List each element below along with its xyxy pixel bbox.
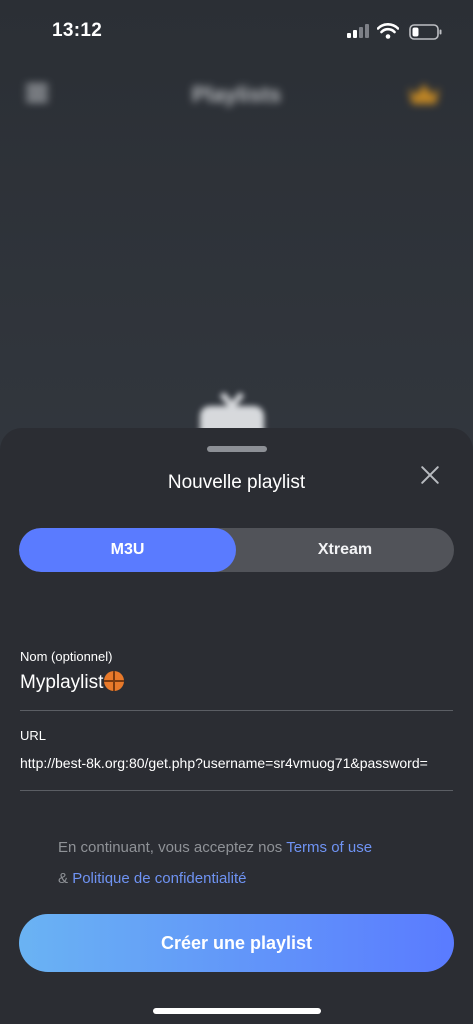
name-field-value: Myplaylist [20,672,104,693]
basketball-emoji [104,671,125,691]
legal-line-2: & Politique de confidentialité [58,870,453,887]
name-field-label: Nom (optionnel) [20,649,113,664]
status-bar: 13:12 [0,0,473,60]
status-time: 13:12 [52,20,103,41]
new-playlist-sheet: Nouvelle playlist M3U Xtream Nom (option… [0,428,473,1024]
url-field-label: URL [20,728,47,743]
close-icon[interactable] [419,464,441,486]
wifi-icon [377,23,399,39]
legal-prefix: En continuant, vous acceptez nos [58,839,283,856]
sheet-title: Nouvelle playlist [167,472,306,493]
background-header: Playlists [0,70,473,120]
tab-xtream[interactable]: Xtream [236,528,454,572]
playlist-type-segment: M3U Xtream [19,528,454,572]
terms-link[interactable]: Terms of use [286,839,372,856]
tab-m3u[interactable]: M3U [19,528,236,572]
sheet-grabber[interactable] [206,446,267,452]
privacy-link[interactable]: Politique de confidentialité [72,870,246,887]
background-title: Playlists [191,82,282,107]
legal-line-1: En continuant, vous acceptez nos Terms o… [58,839,453,856]
home-indicator[interactable] [152,1008,321,1014]
divider [20,790,453,791]
divider [20,710,453,711]
crown-icon [409,84,439,104]
name-field[interactable]: Myplaylist [20,671,453,694]
url-field[interactable]: http://best-8k.org:80/get.php?username=s… [20,755,453,771]
legal-amp: & [58,870,69,887]
create-playlist-button[interactable]: Créer une playlist [19,914,454,972]
signal-icon [347,24,369,38]
battery-icon [409,24,442,40]
